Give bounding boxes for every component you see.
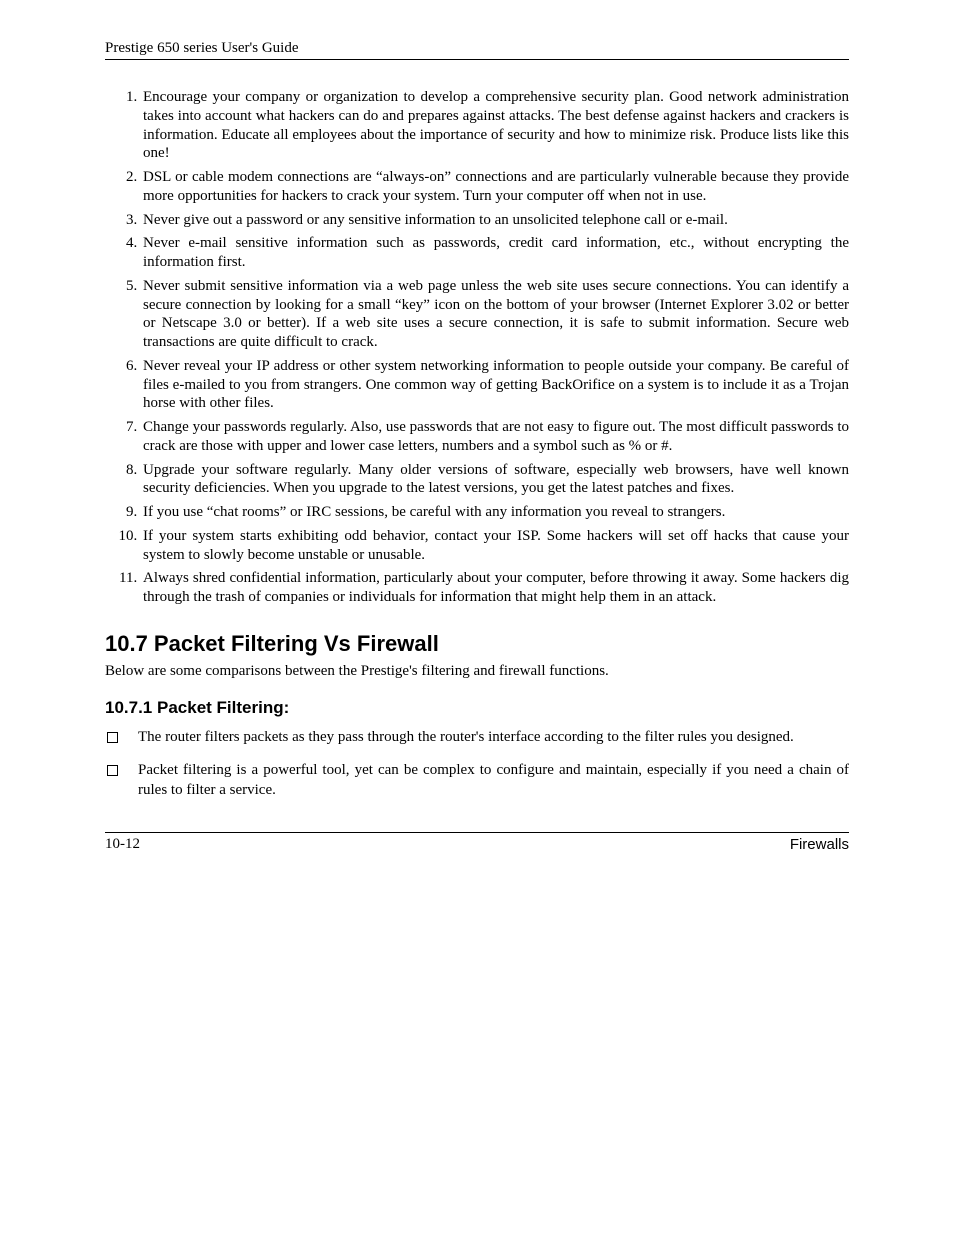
list-item: Never submit sensitive information via a…: [141, 277, 849, 352]
footer-section-name: Firewalls: [790, 836, 849, 853]
page-footer: 10-12 Firewalls: [105, 832, 849, 853]
list-item: Packet filtering is a powerful tool, yet…: [105, 761, 849, 800]
list-item: If you use “chat rooms” or IRC sessions,…: [141, 503, 849, 522]
list-item: The router filters packets as they pass …: [105, 728, 849, 748]
page: Prestige 650 series User's Guide Encoura…: [0, 0, 954, 853]
list-item: Upgrade your software regularly. Many ol…: [141, 461, 849, 499]
list-item: If your system starts exhibiting odd beh…: [141, 527, 849, 565]
section-heading: 10.7 Packet Filtering Vs Firewall: [105, 631, 849, 657]
checkbox-icon: [107, 732, 118, 743]
list-item: Never give out a password or any sensiti…: [141, 211, 849, 230]
list-item: Never e-mail sensitive information such …: [141, 234, 849, 272]
list-item-text: The router filters packets as they pass …: [138, 728, 849, 748]
list-item: Change your passwords regularly. Also, u…: [141, 418, 849, 456]
list-item: Encourage your company or organization t…: [141, 88, 849, 163]
checkbox-icon: [107, 765, 118, 776]
subsection-heading: 10.7.1 Packet Filtering:: [105, 698, 849, 718]
page-header: Prestige 650 series User's Guide: [105, 40, 849, 60]
list-item-text: Packet filtering is a powerful tool, yet…: [138, 761, 849, 800]
packet-filtering-list: The router filters packets as they pass …: [105, 728, 849, 801]
security-tips-list: Encourage your company or organization t…: [105, 88, 849, 607]
list-item: DSL or cable modem connections are “alwa…: [141, 168, 849, 206]
list-item: Never reveal your IP address or other sy…: [141, 357, 849, 413]
list-item: Always shred confidential information, p…: [141, 569, 849, 607]
section-intro: Below are some comparisons between the P…: [105, 663, 849, 680]
footer-page-number: 10-12: [105, 836, 140, 853]
